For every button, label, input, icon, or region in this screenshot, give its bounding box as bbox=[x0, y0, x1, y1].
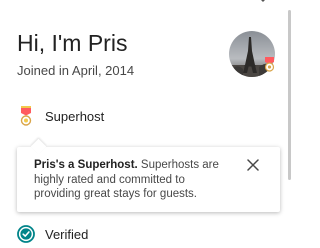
close-icon[interactable] bbox=[246, 158, 260, 172]
tooltip-text: Pris's a Superhost. Superhosts are highl… bbox=[34, 158, 234, 202]
tooltip-arrow bbox=[30, 138, 47, 155]
superhost-row[interactable]: Superhost bbox=[17, 104, 104, 128]
host-profile-screen: Hi, I'm Pris Joined in April, 2014 Super… bbox=[0, 0, 292, 248]
chevron-icon bbox=[261, 0, 265, 2]
superhost-medal-icon bbox=[17, 105, 35, 127]
superhost-badge-icon bbox=[264, 57, 275, 72]
superhost-tooltip: Pris's a Superhost. Superhosts are highl… bbox=[17, 138, 280, 212]
page-title: Hi, I'm Pris bbox=[17, 30, 128, 56]
superhost-label: Superhost bbox=[45, 108, 105, 124]
verified-label: Verified bbox=[45, 226, 89, 242]
verified-row[interactable]: Verified bbox=[17, 222, 88, 246]
scrollbar[interactable] bbox=[288, 10, 291, 180]
tooltip-title: Pris's a Superhost. bbox=[34, 159, 138, 171]
joined-date: Joined in April, 2014 bbox=[17, 63, 135, 78]
verified-check-icon bbox=[17, 223, 35, 245]
